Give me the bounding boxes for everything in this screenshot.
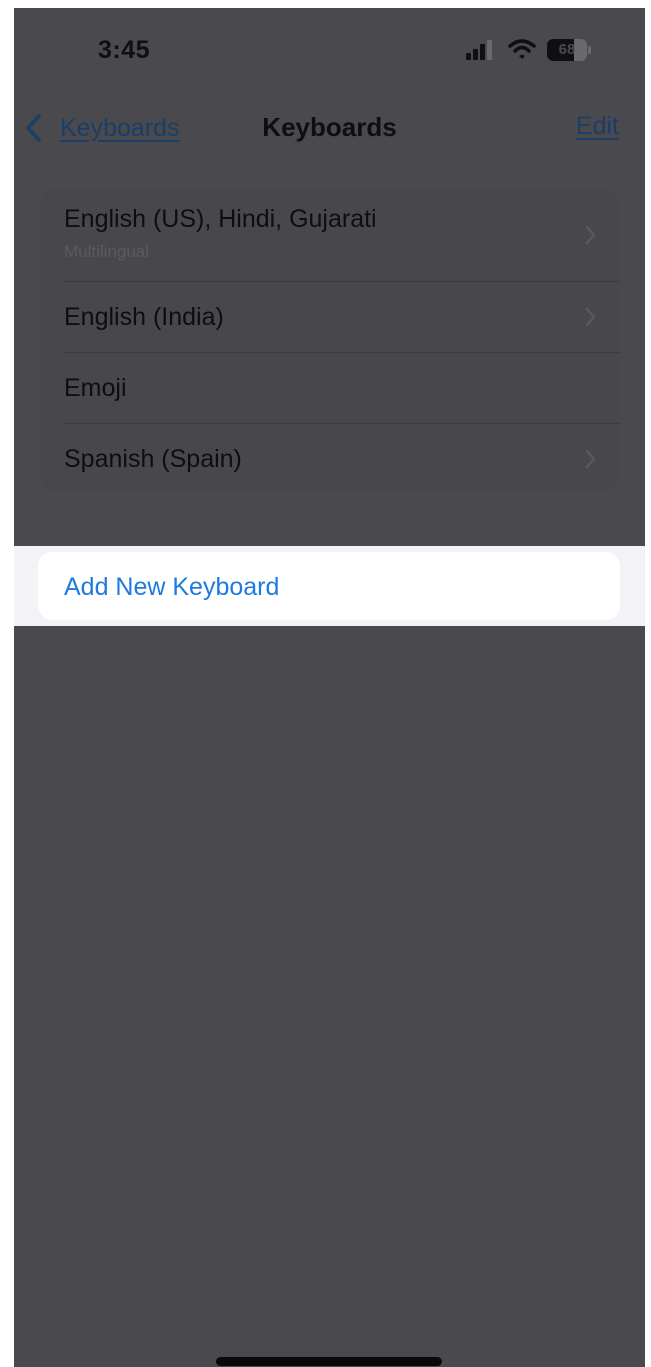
edit-button[interactable]: Edit xyxy=(576,112,619,141)
battery-icon: 68 xyxy=(547,39,593,61)
keyboard-list: English (US), Hindi, Gujarati Multilingu… xyxy=(40,189,620,492)
keyboard-row-spanish-spain[interactable]: Spanish (Spain) xyxy=(40,424,620,492)
chevron-right-icon xyxy=(585,225,596,245)
signal-icon xyxy=(466,40,492,60)
add-keyboard-highlight: Add New Keyboard xyxy=(14,546,645,626)
keyboard-row-title: English (US), Hindi, Gujarati xyxy=(64,205,377,233)
keyboard-row-title: Emoji xyxy=(64,374,127,402)
add-new-keyboard-label: Add New Keyboard xyxy=(64,573,280,601)
battery-percent: 68 xyxy=(558,41,576,58)
wifi-icon xyxy=(508,39,536,59)
keyboard-row-title: Spanish (Spain) xyxy=(64,445,242,473)
status-bar: 3:45 68 xyxy=(14,8,645,98)
keyboards-settings-screen: 3:45 68 Keyboards Keyboards Edit English… xyxy=(14,8,645,1367)
chevron-right-icon xyxy=(585,449,596,469)
page-title: Keyboards xyxy=(262,112,397,142)
keyboard-row-emoji[interactable]: Emoji xyxy=(40,353,620,423)
navigation-bar: Keyboards Keyboards Edit xyxy=(14,98,645,162)
add-new-keyboard-button[interactable]: Add New Keyboard xyxy=(38,552,620,620)
chevron-right-icon xyxy=(585,307,596,327)
keyboard-row-title: English (India) xyxy=(64,303,224,331)
status-time: 3:45 xyxy=(98,36,151,64)
keyboard-row-subtitle: Multilingual xyxy=(64,242,150,261)
keyboard-row-english-india[interactable]: English (India) xyxy=(40,282,620,352)
keyboard-row-english-us-hindi-gujarati[interactable]: English (US), Hindi, Gujarati Multilingu… xyxy=(40,189,620,281)
home-indicator[interactable] xyxy=(216,1357,442,1366)
